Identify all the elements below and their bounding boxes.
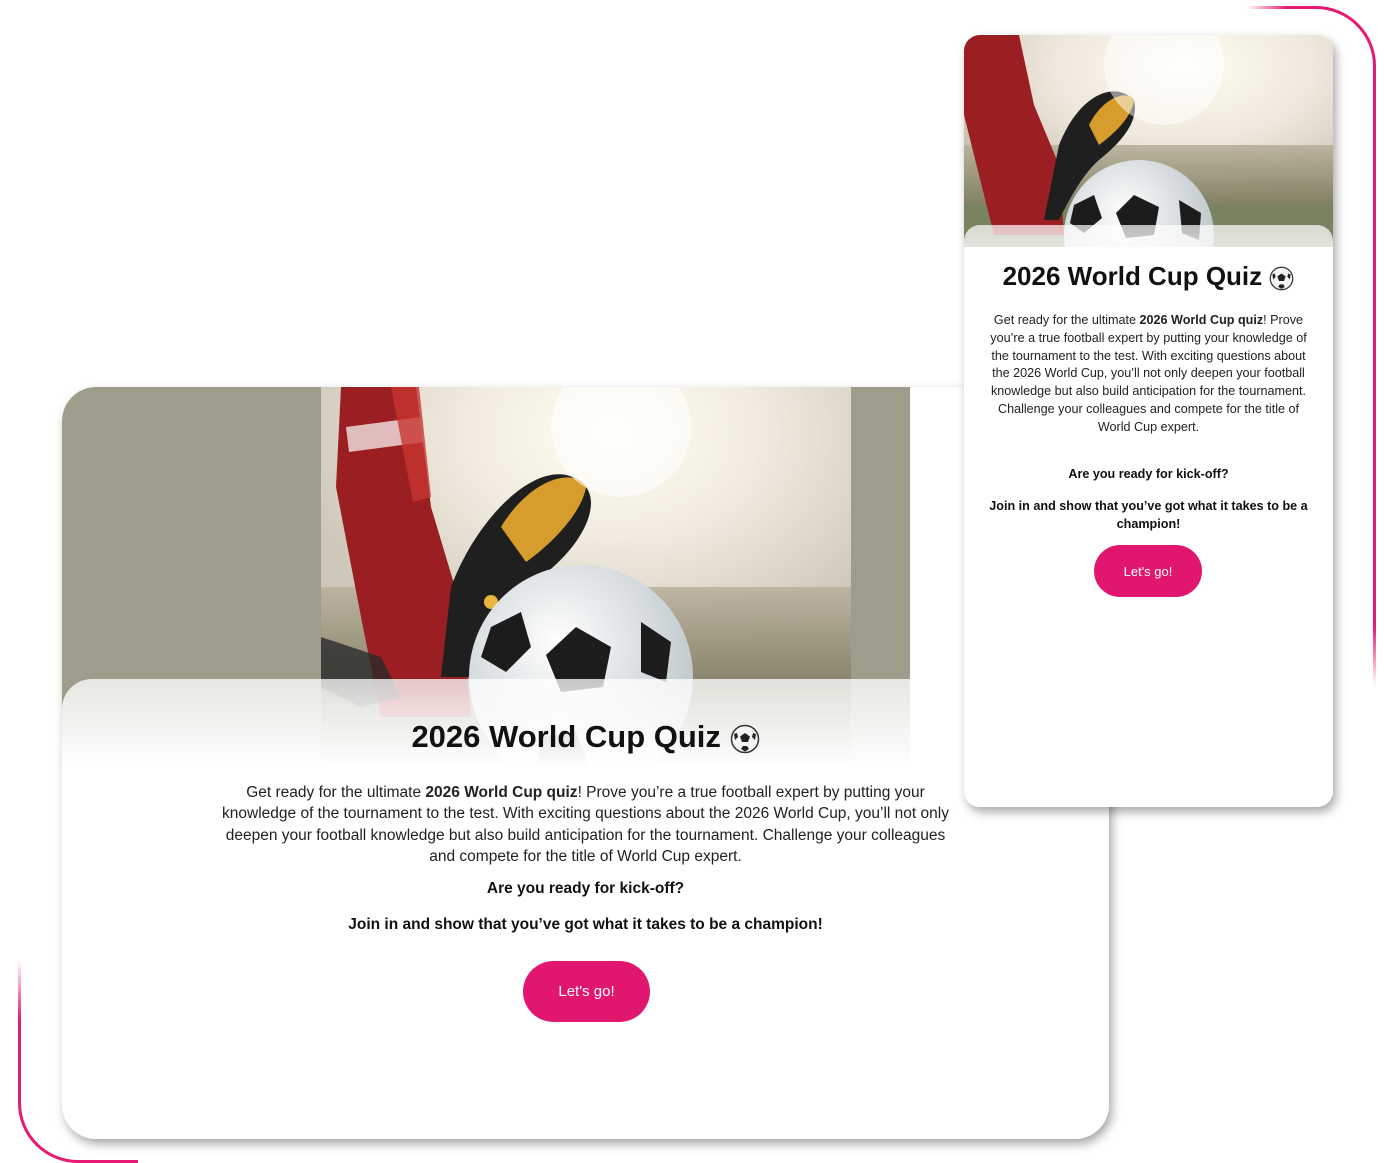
mobile-lets-go-button[interactable]: Let's go! — [1094, 545, 1202, 597]
page-title: 2026 World Cup Quiz — [62, 719, 1109, 755]
intro-text-bold: 2026 World Cup quiz — [425, 784, 578, 801]
mobile-intro-text-start: Get ready for the ultimate — [993, 313, 1140, 327]
lets-go-button[interactable]: Let's go! — [523, 961, 650, 1022]
mobile-page-title: 2026 World Cup Quiz — [964, 261, 1333, 292]
title-text: 2026 World Cup Quiz — [411, 719, 721, 754]
call-to-action-text: Join in and show that you’ve got what it… — [348, 916, 823, 933]
mobile-hero-photo — [964, 35, 1333, 247]
mobile-call-to-action-text: Join in and show that you’ve got what it… — [989, 499, 1308, 531]
intro-paragraph: Get ready for the ultimate 2026 World Cu… — [217, 782, 954, 867]
mobile-intro-paragraph: Get ready for the ultimate 2026 World Cu… — [984, 312, 1313, 437]
mobile-kickoff-question: Are you ready for kick-off? — [1068, 467, 1229, 481]
mobile-content-panel: 2026 World Cup Quiz Get ready for the ul… — [964, 225, 1333, 807]
kickoff-question: Are you ready for kick-off? — [486, 880, 685, 897]
mobile-preview-card: 2026 World Cup Quiz Get ready for the ul… — [964, 35, 1333, 807]
soccer-ball-icon — [1269, 266, 1294, 291]
mobile-intro-text-bold: 2026 World Cup quiz — [1139, 313, 1264, 327]
desktop-preview-card: 2026 World Cup Quiz Get ready for the ul… — [62, 387, 1109, 1139]
desktop-content-panel: 2026 World Cup Quiz Get ready for the ul… — [62, 679, 1109, 1139]
intro-text-start: Get ready for the ultimate — [246, 784, 426, 801]
mobile-intro-text-end: ! Prove you’re a true football expert by… — [990, 313, 1307, 434]
mobile-title-text: 2026 World Cup Quiz — [1002, 261, 1263, 291]
soccer-ball-icon — [730, 724, 760, 754]
